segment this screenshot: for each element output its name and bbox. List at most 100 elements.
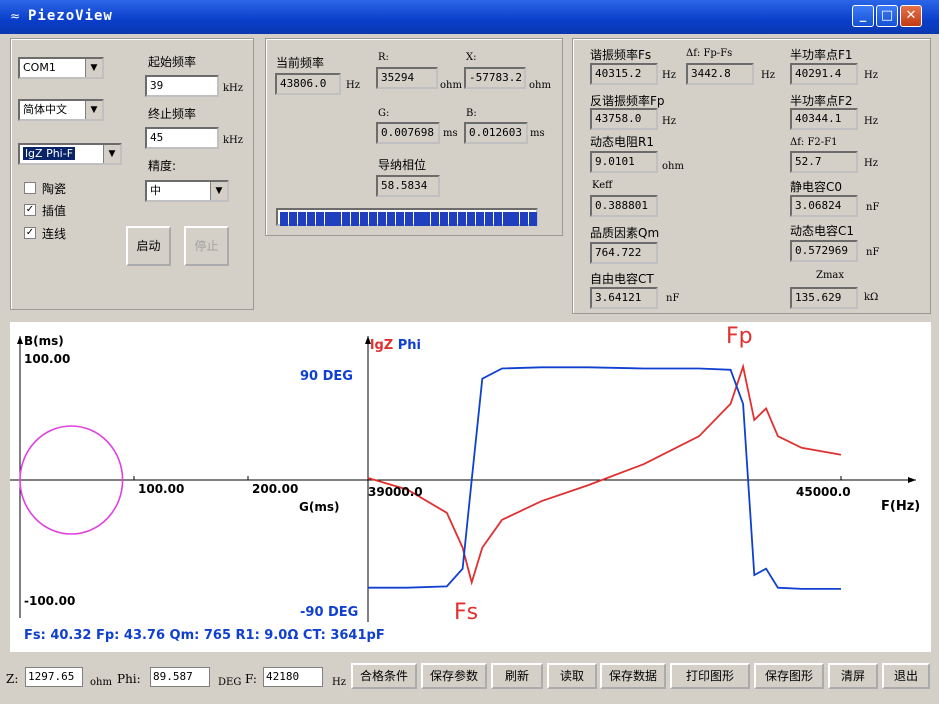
close-button[interactable]: ✕ [900,5,922,27]
ceramic-checkbox[interactable] [24,182,36,194]
progress-segment [369,212,377,226]
ct-label: 自由电容CT [590,272,654,286]
progress-segment [511,212,520,226]
save-params-button[interactable]: 保存参数 [421,663,487,689]
phi-label: Phi: [117,672,141,686]
dfp-unit: Hz [761,70,775,81]
progress-segment [377,212,386,226]
lgz-curve [367,363,842,586]
qm-label: 品质因素Qm [590,226,660,240]
r-unit: ohm [440,80,462,91]
progress-segment [324,212,333,226]
b-value: 0.012603 [464,122,528,144]
g-axis-label: G(ms) [299,500,340,514]
f2-label: 半功率点F2 [790,94,853,108]
progress-segment [404,212,413,226]
progress-segment [493,212,502,226]
progress-segment [413,212,422,226]
c1-label: 动态电容C1 [790,224,855,238]
f-unit: Hz [332,677,346,688]
start-freq-input[interactable]: 39 [145,75,219,97]
language-select[interactable]: 简体中文 ▼ [18,99,104,121]
x-start-label: 39000.0 [368,485,423,499]
start-freq-unit: kHz [223,83,244,94]
progress-segment [306,212,315,226]
progress-segment [466,212,475,226]
read-button[interactable]: 读取 [547,663,597,689]
clear-button[interactable]: 清屏 [828,663,878,689]
r1-unit: ohm [662,161,684,172]
r1-value: 9.0101 [590,151,658,173]
save-graph-button[interactable]: 保存图形 [754,663,824,689]
progress-segment [422,212,431,226]
zmax-label: Zmax [816,270,845,281]
progress-segment [288,212,297,226]
progress-segment [342,212,351,226]
df2-value: 52.7 [790,151,858,173]
interp-checkbox[interactable]: ✓ [24,204,36,216]
precision-select[interactable]: 中 ▼ [145,180,229,202]
r-value: 35294 [376,67,438,89]
frequency-chart [355,336,916,622]
progress-bar [276,208,538,226]
b-axis-arrow [17,336,23,344]
connect-label: 连线 [42,227,67,241]
f-label: F: [245,672,257,686]
chevron-down-icon: ▼ [85,59,102,77]
fs-label: 谐振频率Fs [590,48,652,62]
fs-marker: Fs [454,600,479,625]
save-data-button[interactable]: 保存数据 [600,663,666,689]
f1-label: 半功率点F1 [790,48,853,62]
start-button[interactable]: 启动 [126,226,171,266]
progress-segment [440,212,449,226]
c0-value: 3.06824 [790,195,858,217]
refresh-button[interactable]: 刷新 [491,663,543,689]
ct-unit: nF [666,293,680,304]
b-axis-top: 100.00 [24,352,71,366]
f-value: 42180 [263,667,323,687]
plot-legend: lgZ Phi [370,338,421,353]
mode-select[interactable]: lgZ Phi-F ▼ [18,143,122,165]
progress-segment [351,212,360,226]
chevron-down-icon: ▼ [85,101,102,119]
g-label: G: [378,108,390,119]
minimize-button[interactable]: _ [852,5,874,27]
cur-freq-value: 43806.0 [275,73,341,95]
keff-label: Keff [592,180,613,191]
maximize-button[interactable]: □ [876,5,898,27]
x-unit: ohm [529,80,551,91]
dfp-label: Δf: Fp-Fs [686,48,733,59]
g-tick-1: 100.00 [138,482,185,496]
stop-button[interactable]: 停止 [184,226,229,266]
summary-line: Fs: 40.32 Fp: 43.76 Qm: 765 R1: 9.0Ω CT:… [24,628,385,643]
legend-phi: Phi [397,338,421,353]
c0-unit: nF [866,202,880,213]
exit-button[interactable]: 退出 [882,663,930,689]
phi-unit: DEG [218,677,242,688]
stop-freq-input[interactable]: 45 [145,127,219,149]
connect-checkbox[interactable]: ✓ [24,227,36,239]
cur-freq-unit: Hz [346,80,360,91]
b-label: B: [466,108,477,119]
precision-label: 精度: [148,159,177,173]
progress-segment [458,212,466,226]
x-label: X: [466,52,477,63]
print-graph-button[interactable]: 打印图形 [670,663,750,689]
progress-segment [431,212,440,226]
window-title: PiezoView [28,8,113,24]
progress-segment [529,212,538,226]
zmax-unit: kΩ [864,292,879,303]
pass-criteria-button[interactable]: 合格条件 [351,663,417,689]
progress-segment [520,212,529,226]
dfp-value: 3442.8 [686,63,754,85]
start-freq-label: 起始频率 [148,55,197,69]
progress-segment [502,212,511,226]
b-unit: ms [530,128,545,139]
plot-area: B(ms) 100.00 -100.00 100.00 200.00 G(ms)… [10,322,931,652]
port-select[interactable]: COM1 ▼ [18,57,104,79]
zmax-value: 135.629 [790,287,858,309]
progress-segment [449,212,458,226]
g-value: 0.007698 [376,122,440,144]
x-value: -57783.2 [464,67,526,89]
z-unit: ohm [90,677,112,688]
